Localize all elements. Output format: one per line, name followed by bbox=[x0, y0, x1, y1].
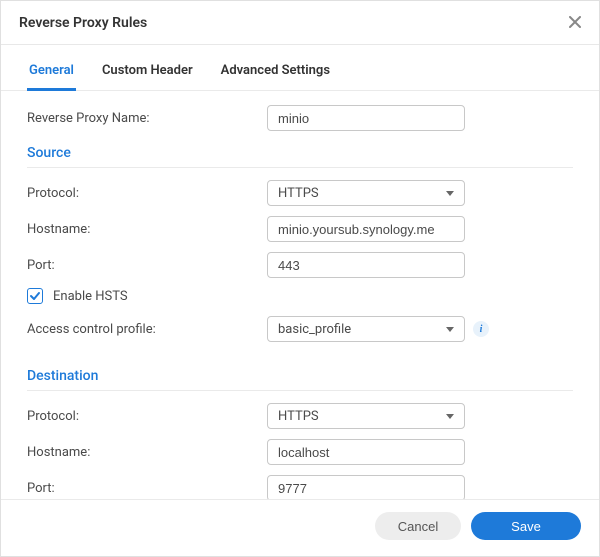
source-section-title: Source bbox=[27, 145, 573, 161]
name-label: Reverse Proxy Name: bbox=[27, 111, 267, 126]
destination-section-title: Destination bbox=[27, 368, 573, 384]
row-source-hostname: Hostname: bbox=[27, 216, 573, 242]
dialog-footer: Cancel Save bbox=[1, 499, 599, 556]
row-dest-port: Port: bbox=[27, 475, 573, 499]
source-protocol-label: Protocol: bbox=[27, 186, 267, 201]
dialog-content: Reverse Proxy Name: Source Protocol: HTT… bbox=[1, 91, 599, 499]
save-button[interactable]: Save bbox=[471, 512, 581, 540]
tabs: General Custom Header Advanced Settings bbox=[1, 51, 599, 91]
dialog-header: Reverse Proxy Rules bbox=[1, 1, 599, 45]
row-dest-protocol: Protocol: HTTPS bbox=[27, 403, 573, 429]
dialog-title: Reverse Proxy Rules bbox=[19, 15, 147, 31]
dest-protocol-value: HTTPS bbox=[278, 409, 319, 424]
name-input[interactable] bbox=[267, 105, 465, 131]
row-source-protocol: Protocol: HTTPS bbox=[27, 180, 573, 206]
dest-protocol-select[interactable]: HTTPS bbox=[267, 403, 465, 429]
caret-down-icon bbox=[446, 327, 454, 332]
source-hostname-label: Hostname: bbox=[27, 222, 267, 237]
reverse-proxy-dialog: Reverse Proxy Rules General Custom Heade… bbox=[0, 0, 600, 557]
info-icon[interactable]: i bbox=[473, 321, 489, 337]
source-port-input[interactable] bbox=[267, 252, 465, 278]
cancel-button[interactable]: Cancel bbox=[375, 512, 461, 540]
close-icon[interactable] bbox=[565, 11, 585, 34]
acp-label: Access control profile: bbox=[27, 322, 267, 337]
dest-port-label: Port: bbox=[27, 481, 267, 496]
tab-general[interactable]: General bbox=[27, 51, 76, 91]
dest-hostname-label: Hostname: bbox=[27, 445, 267, 460]
row-name: Reverse Proxy Name: bbox=[27, 105, 573, 131]
acp-value: basic_profile bbox=[278, 322, 351, 337]
source-divider bbox=[27, 167, 573, 168]
source-hostname-input[interactable] bbox=[267, 216, 465, 242]
dest-hostname-input[interactable] bbox=[267, 439, 465, 465]
hsts-checkbox[interactable] bbox=[27, 288, 43, 304]
dest-protocol-label: Protocol: bbox=[27, 409, 267, 424]
tab-advanced-settings[interactable]: Advanced Settings bbox=[219, 51, 332, 90]
tab-custom-header[interactable]: Custom Header bbox=[100, 51, 195, 90]
source-port-label: Port: bbox=[27, 258, 267, 273]
row-dest-hostname: Hostname: bbox=[27, 439, 573, 465]
hsts-label: Enable HSTS bbox=[53, 289, 128, 304]
source-protocol-value: HTTPS bbox=[278, 186, 319, 201]
row-source-port: Port: bbox=[27, 252, 573, 278]
row-enable-hsts: Enable HSTS bbox=[27, 288, 573, 304]
caret-down-icon bbox=[446, 191, 454, 196]
dest-port-input[interactable] bbox=[267, 475, 465, 499]
destination-divider bbox=[27, 390, 573, 391]
row-access-control-profile: Access control profile: basic_profile i bbox=[27, 316, 573, 342]
source-protocol-select[interactable]: HTTPS bbox=[267, 180, 465, 206]
acp-select[interactable]: basic_profile bbox=[267, 316, 465, 342]
caret-down-icon bbox=[446, 414, 454, 419]
